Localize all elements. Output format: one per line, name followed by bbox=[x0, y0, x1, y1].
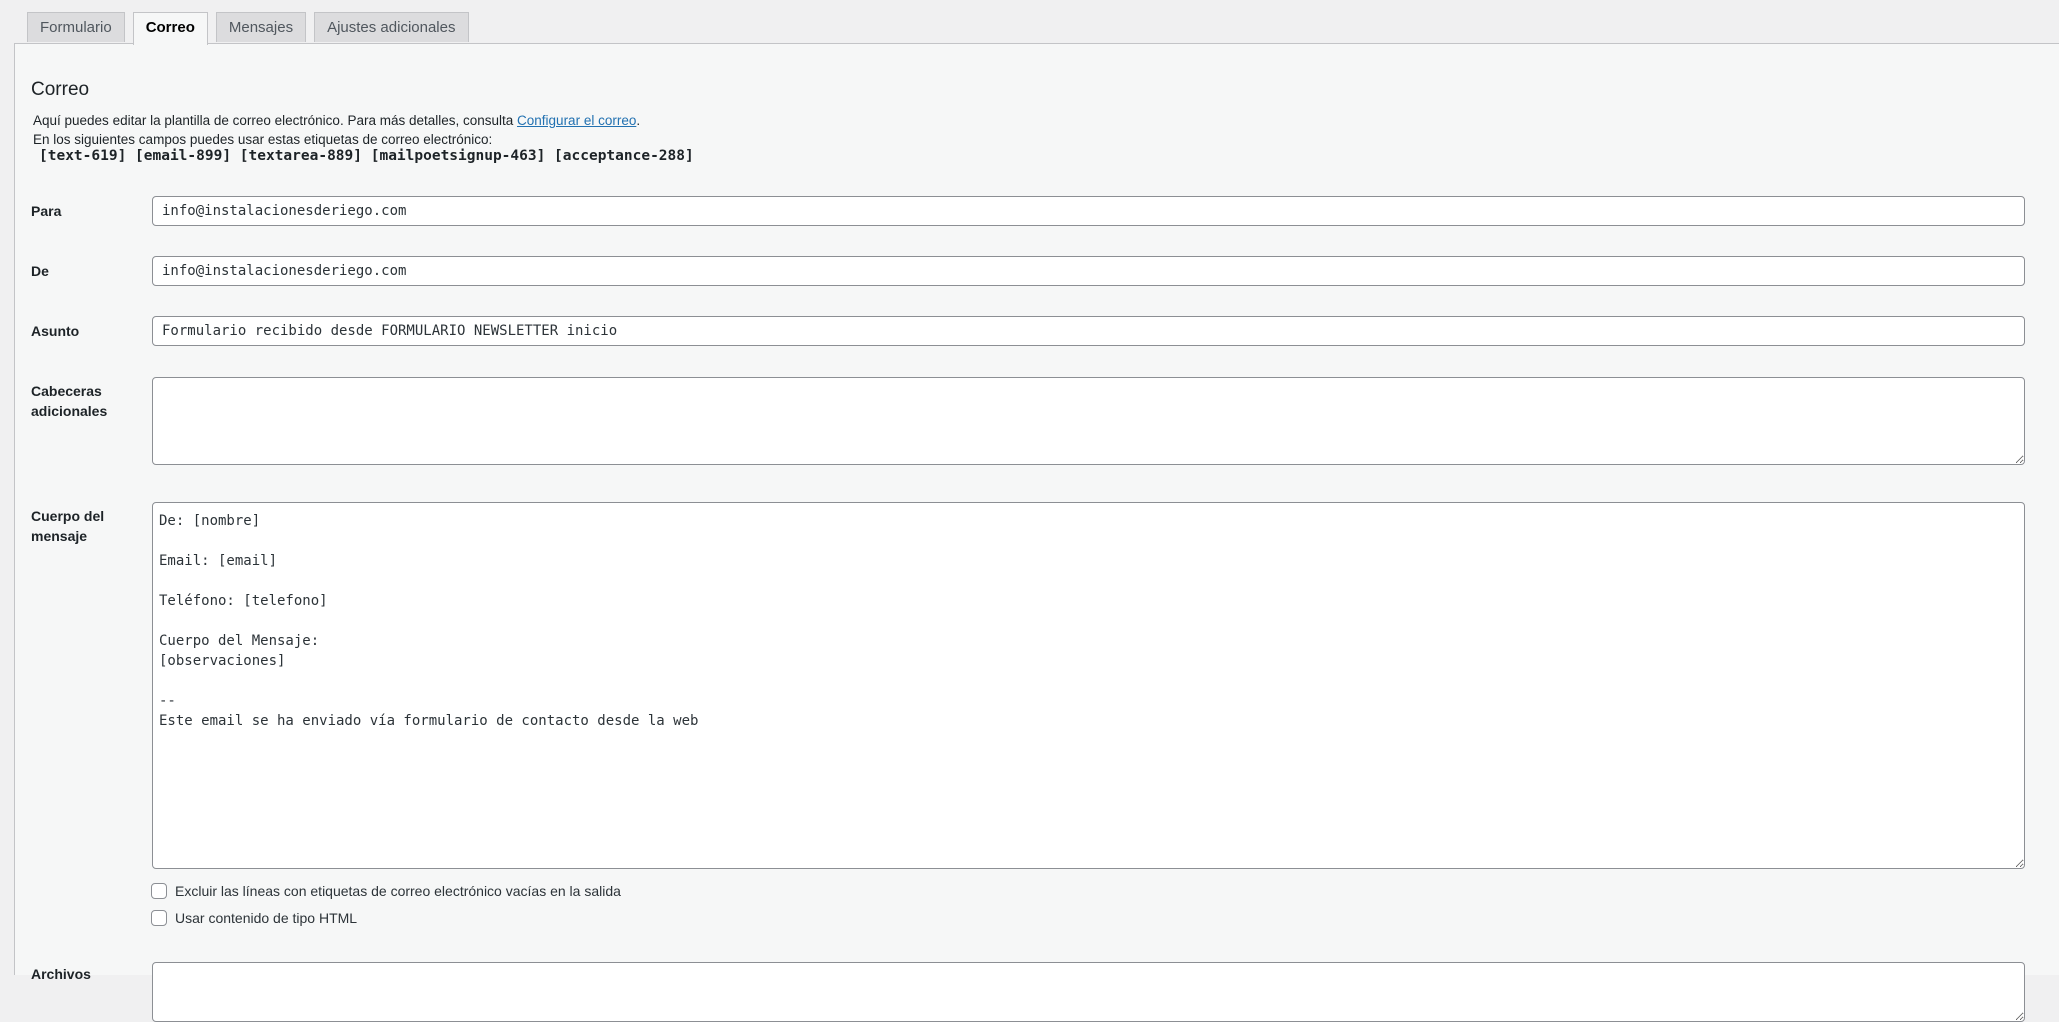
from-field[interactable] bbox=[152, 256, 2025, 286]
mail-tags: [text-619] [email-899] [textarea-889] [m… bbox=[39, 148, 694, 164]
attachments-label: Archivos bbox=[31, 966, 91, 982]
description-line-2: En los siguientes campos puedes usar est… bbox=[33, 132, 493, 147]
to-field[interactable] bbox=[152, 196, 2025, 226]
body-label-line-1: Cuerpo del bbox=[31, 508, 105, 524]
body-label-line-2: mensaje bbox=[31, 528, 88, 544]
use-html-checkbox[interactable] bbox=[151, 910, 167, 926]
description-prefix: Aquí puedes editar la plantilla de corre… bbox=[33, 113, 518, 128]
tab-ajustes-adicionales[interactable]: Ajustes adicionales bbox=[314, 12, 469, 42]
headers-label-line-2: adicionales bbox=[31, 403, 108, 419]
tab-formulario[interactable]: Formulario bbox=[27, 12, 125, 42]
tab-correo[interactable]: Correo bbox=[132, 12, 208, 45]
description-suffix: . bbox=[636, 113, 641, 128]
use-html-option[interactable]: Usar contenido de tipo HTML bbox=[151, 910, 357, 926]
message-body-field[interactable] bbox=[152, 502, 2025, 869]
body-label: Cuerpo del mensaje bbox=[31, 506, 104, 546]
mail-description: Aquí puedes editar la plantilla de corre… bbox=[33, 111, 640, 149]
section-title: Correo bbox=[31, 79, 90, 100]
subject-field[interactable] bbox=[152, 316, 2025, 346]
description-line-1: Aquí puedes editar la plantilla de corre… bbox=[33, 111, 640, 130]
headers-label-line-1: Cabeceras bbox=[31, 383, 102, 399]
tab-mensajes[interactable]: Mensajes bbox=[215, 12, 307, 42]
from-label: De bbox=[31, 263, 49, 279]
tab-bar: Formulario Correo Mensajes Ajustes adici… bbox=[27, 12, 469, 45]
exclude-blank-checkbox[interactable] bbox=[151, 883, 167, 899]
configure-mail-link[interactable]: Configurar el correo bbox=[517, 113, 636, 128]
attachments-field[interactable] bbox=[152, 962, 2025, 1022]
subject-label: Asunto bbox=[31, 323, 80, 339]
additional-headers-field[interactable] bbox=[152, 377, 2025, 465]
headers-label: Cabeceras adicionales bbox=[31, 381, 107, 421]
use-html-label: Usar contenido de tipo HTML bbox=[175, 910, 358, 926]
exclude-blank-label: Excluir las líneas con etiquetas de corr… bbox=[175, 883, 621, 899]
exclude-blank-option[interactable]: Excluir las líneas con etiquetas de corr… bbox=[151, 883, 621, 899]
to-label: Para bbox=[31, 203, 62, 219]
